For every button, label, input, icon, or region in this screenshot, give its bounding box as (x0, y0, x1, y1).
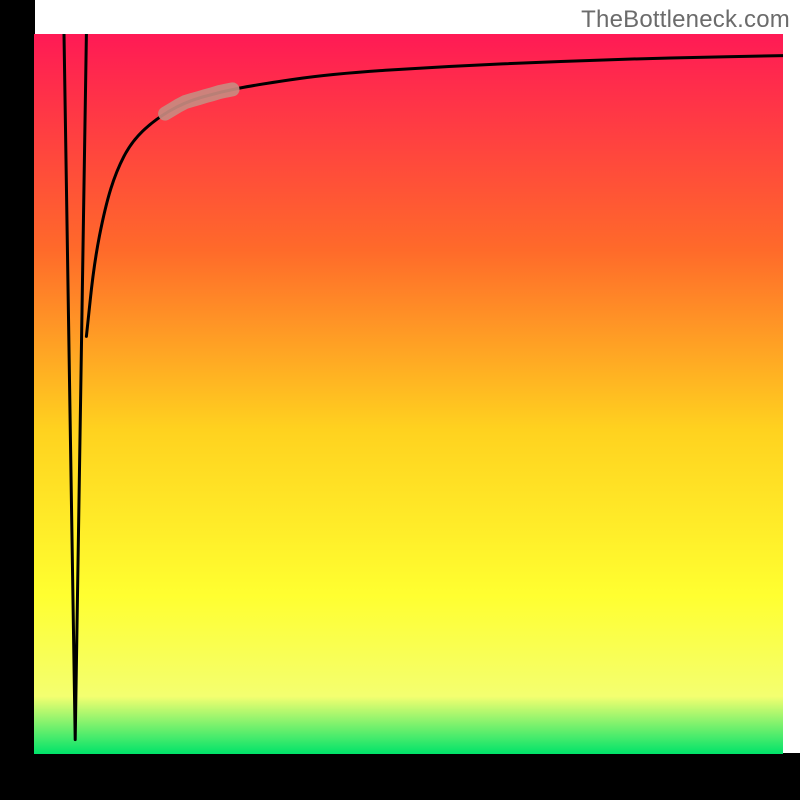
watermark-label: TheBottleneck.com (581, 6, 790, 34)
gradient-background (34, 34, 783, 754)
x-axis-bar (0, 753, 800, 800)
y-axis-bar (0, 0, 35, 800)
plot-area (34, 34, 783, 754)
chart-container: TheBottleneck.com (0, 0, 800, 800)
plot-svg (34, 34, 783, 754)
